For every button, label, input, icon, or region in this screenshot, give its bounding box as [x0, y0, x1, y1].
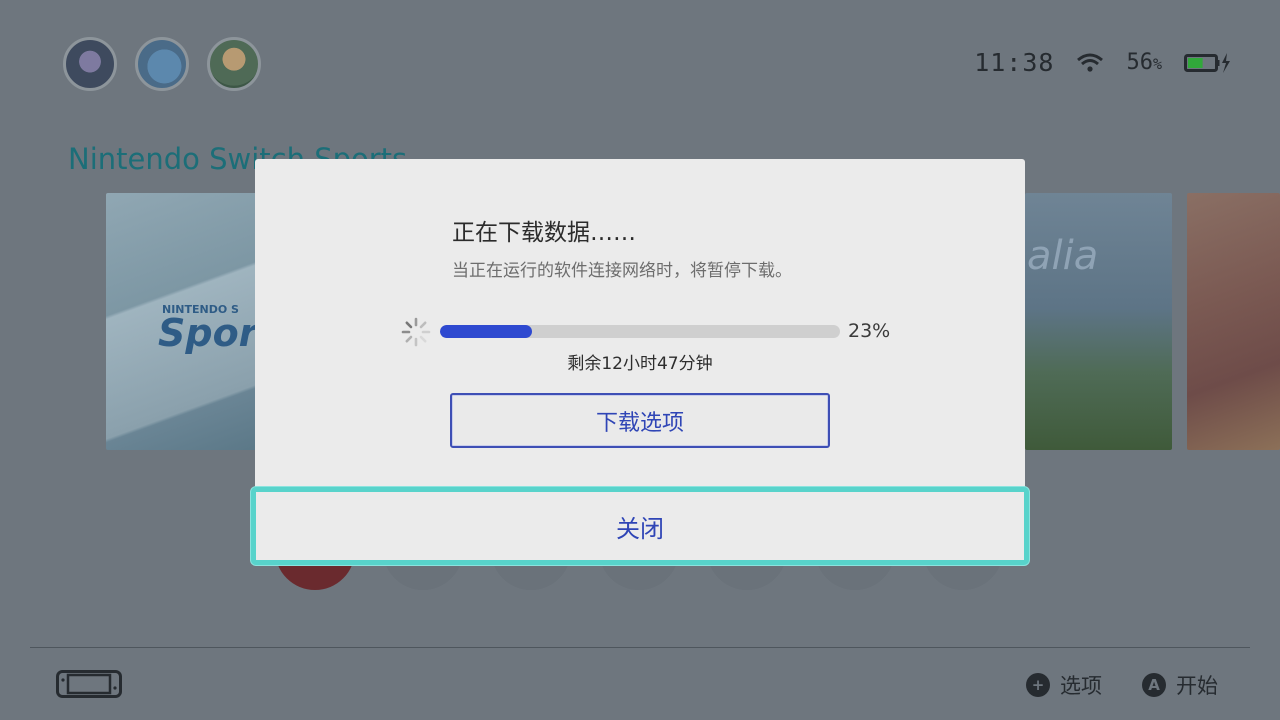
close-button-label: 关闭: [616, 514, 664, 543]
clock: 11:38: [974, 48, 1055, 77]
battery-percent: 56%: [1126, 50, 1162, 75]
battery-charging-icon: [1184, 52, 1230, 73]
tile-logo-text: Spor: [158, 311, 258, 355]
a-button-icon: A: [1142, 673, 1166, 697]
user-avatar-2[interactable]: [135, 37, 189, 91]
footer-start[interactable]: A 开始: [1142, 670, 1218, 700]
download-progress-bar: [440, 325, 840, 338]
user-avatar-1[interactable]: [63, 37, 117, 91]
download-options-label: 下载选项: [595, 410, 684, 436]
wifi-icon: [1077, 53, 1104, 72]
user-avatar-3[interactable]: [207, 37, 261, 91]
footer-options[interactable]: + 选项: [1026, 670, 1102, 700]
time-remaining: 剩余12小时47分钟: [567, 354, 713, 374]
download-options-button[interactable]: 下载选项: [450, 393, 830, 448]
footer-options-label: 选项: [1060, 674, 1102, 698]
download-progress-fill: [440, 325, 532, 338]
progress-percent: 23%: [848, 320, 891, 342]
footer-divider: [30, 647, 1250, 648]
handheld-console-icon: [56, 670, 122, 698]
close-button[interactable]: 关闭: [251, 487, 1029, 565]
download-dialog: 正在下载数据…… 当正在运行的软件连接网络时，将暂停下载。 23% 剩余12小时…: [255, 159, 1025, 489]
status-bar: 11:38 56%: [974, 48, 1230, 77]
game-tile-2[interactable]: alia: [1025, 193, 1172, 450]
footer-actions: + 选项 A 开始: [1026, 670, 1218, 700]
loading-spinner-icon: [401, 317, 431, 347]
plus-button-icon: +: [1026, 673, 1050, 697]
tile-logo-text-2: alia: [1027, 233, 1099, 279]
dialog-title: 正在下载数据……: [452, 220, 636, 246]
dialog-subtitle: 当正在运行的软件连接网络时，将暂停下载。: [452, 261, 792, 281]
game-tile-3[interactable]: [1187, 193, 1280, 450]
footer-start-label: 开始: [1176, 674, 1218, 698]
